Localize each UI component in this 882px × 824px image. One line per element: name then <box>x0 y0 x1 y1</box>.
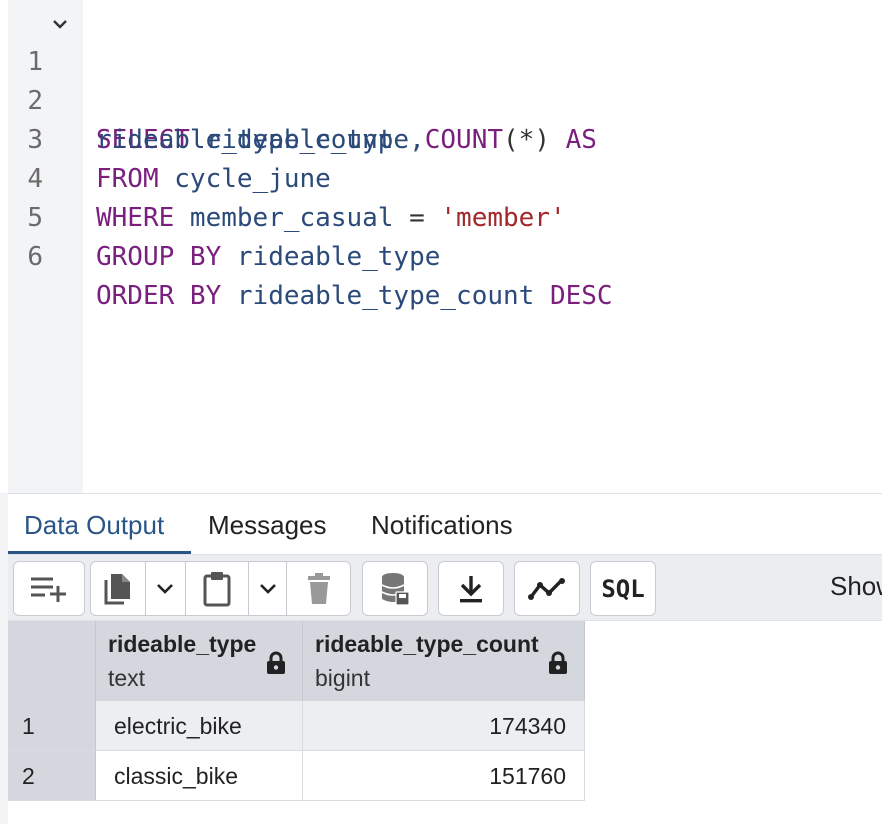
identifier-token: rideable_type_count <box>221 281 535 311</box>
keyword-token: GROUP BY <box>96 242 222 272</box>
chevron-down-icon <box>259 583 276 594</box>
copy-button[interactable] <box>91 562 146 615</box>
table-row[interactable]: 1 electric_bike 174340 <box>8 701 585 751</box>
chevron-down-icon <box>157 583 174 594</box>
lock-icon <box>267 651 285 674</box>
keyword-token: DESC <box>534 281 613 311</box>
identifier-token: rideable_type <box>221 242 441 272</box>
tab-data-output[interactable]: Data Output <box>24 508 164 542</box>
result-tabs: Data Output Messages Notifications <box>8 493 882 554</box>
paste-button[interactable] <box>186 562 249 615</box>
code-line-3[interactable]: 3 FROM cycle_june <box>0 82 882 194</box>
cell-rideable-type[interactable]: electric_bike <box>96 701 303 751</box>
column-header-rideable-type[interactable]: rideable_type text <box>96 621 303 701</box>
column-name: rideable_type_count <box>315 631 539 657</box>
database-save-icon <box>381 572 410 606</box>
sql-editor[interactable]: 1 SELECT rideable_type,COUNT(*) AS 2 rid… <box>0 0 882 493</box>
result-toolbar: SQL Show <box>8 554 882 621</box>
cell-rideable-type-count[interactable]: 174340 <box>303 701 585 751</box>
lock-icon <box>549 651 567 674</box>
download-button[interactable] <box>438 561 504 616</box>
code-line-1[interactable]: 1 SELECT rideable_type,COUNT(*) AS <box>0 4 882 155</box>
column-type: bigint <box>315 665 370 691</box>
graph-visualiser-button[interactable] <box>514 561 580 616</box>
row-number[interactable]: 2 <box>8 751 96 801</box>
add-row-icon <box>31 577 66 602</box>
paste-options-button[interactable] <box>249 562 288 615</box>
row-number-header[interactable] <box>8 621 96 701</box>
delete-button[interactable] <box>287 562 350 615</box>
tab-notifications[interactable]: Notifications <box>371 508 513 542</box>
code-line-4[interactable]: 4 WHERE member_casual = 'member' <box>0 121 882 233</box>
line-number: 6 <box>27 242 43 272</box>
copy-paste-group <box>90 561 351 616</box>
add-row-button[interactable] <box>13 561 85 616</box>
code-text: GROUP BY rideable_type <box>96 238 440 277</box>
column-type: text <box>108 665 146 691</box>
sql-button[interactable]: SQL <box>590 561 656 616</box>
code-line-6[interactable]: 6 ORDER BY rideable_type_count DESC <box>0 199 882 311</box>
code-line-2[interactable]: 2 rideable_type_count <box>0 43 882 155</box>
column-name: rideable_type <box>108 631 257 657</box>
cell-rideable-type-count[interactable]: 151760 <box>303 751 585 801</box>
code-line-5[interactable]: 5 GROUP BY rideable_type <box>0 160 882 272</box>
keyword-token: ORDER BY <box>96 281 222 311</box>
fold-chevron-icon[interactable] <box>52 18 68 30</box>
save-data-button[interactable] <box>362 561 428 616</box>
row-number[interactable]: 1 <box>8 701 96 751</box>
line-chart-icon <box>528 577 565 600</box>
tab-messages[interactable]: Messages <box>208 508 327 542</box>
trash-icon <box>307 572 330 604</box>
column-header-rideable-type-count[interactable]: rideable_type_count bigint <box>303 621 585 701</box>
copy-options-button[interactable] <box>146 562 187 615</box>
copy-icon <box>104 573 130 604</box>
cell-rideable-type[interactable]: classic_bike <box>96 751 303 801</box>
download-icon <box>460 575 482 602</box>
show-label: Show <box>830 571 882 601</box>
clipboard-icon <box>203 571 231 606</box>
code-text: ORDER BY rideable_type_count DESC <box>96 277 613 316</box>
table-row[interactable]: 2 classic_bike 151760 <box>8 751 585 801</box>
